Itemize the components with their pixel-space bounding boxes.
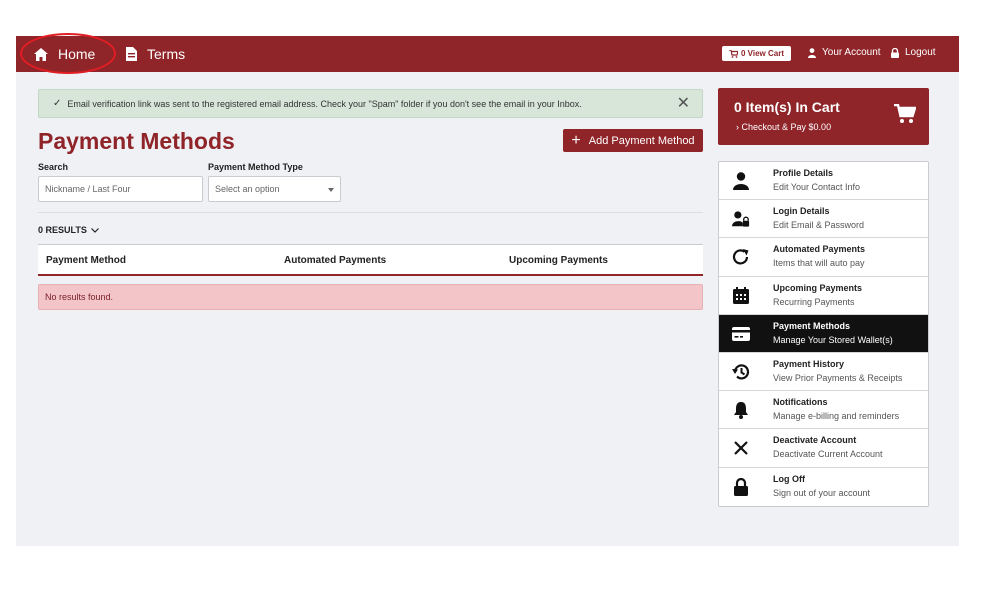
column-header-payment-method: Payment Method	[46, 255, 127, 266]
menu-item-subtitle: Sign out of your account	[773, 487, 871, 498]
chevron-down-icon	[90, 227, 99, 233]
menu-item-subtitle: Edit Your Contact Info	[773, 182, 861, 192]
lock-icon	[732, 477, 750, 496]
lock-icon	[891, 47, 899, 58]
cart-summary[interactable]: 0 Item(s) In Cart › Checkout & Pay $0.00	[718, 88, 929, 145]
column-header-automated-payments: Automated Payments	[284, 255, 387, 266]
no-results-message: No results found.	[38, 284, 703, 310]
menu-item-title: Notifications	[773, 397, 828, 408]
menu-item-subtitle: Edit Email & Password	[773, 220, 865, 231]
menu-item-profile-details[interactable]: Profile Details Edit Your Contact Info	[719, 162, 928, 201]
refresh-icon	[732, 248, 750, 266]
bell-icon	[732, 401, 750, 420]
menu-item-automated-payments[interactable]: Automated Payments Items that will auto …	[719, 238, 928, 277]
search-placeholder: Nickname / Last Four	[45, 184, 131, 194]
logout-link[interactable]: Logout	[891, 47, 936, 58]
menu-item-deactivate-account[interactable]: Deactivate Account Deactivate Current Ac…	[719, 429, 928, 468]
menu-item-payment-history[interactable]: Payment History View Prior Payments & Re…	[719, 353, 928, 392]
nav-terms-link[interactable]: Terms	[126, 44, 185, 64]
calendar-icon	[732, 287, 750, 305]
menu-item-subtitle: Deactivate Current Account	[773, 449, 883, 460]
menu-item-upcoming-payments[interactable]: Upcoming Payments Recurring Payments	[719, 277, 928, 315]
your-account-link[interactable]: Your Account	[808, 47, 881, 58]
app-frame: Home Terms 0 View Cart Your Account Logo…	[16, 33, 959, 546]
view-cart-label: 0 View Cart	[741, 49, 784, 58]
results-toggle[interactable]: 0 RESULTS	[38, 225, 99, 235]
payment-method-type-select[interactable]: Select an option	[208, 176, 341, 202]
close-icon[interactable]: ✕	[677, 96, 690, 112]
payment-method-type-value: Select an option	[215, 184, 280, 194]
menu-item-log-off[interactable]: Log Off Sign out of your account	[719, 468, 928, 506]
results-count: 0 RESULTS	[38, 225, 87, 235]
menu-item-login-details[interactable]: Login Details Edit Email & Password	[719, 200, 928, 239]
menu-item-subtitle: Recurring Payments	[773, 296, 855, 307]
your-account-label: Your Account	[822, 47, 881, 58]
user-icon	[808, 47, 816, 58]
checkout-link[interactable]: › Checkout & Pay $0.00	[736, 122, 831, 132]
top-nav-bar: Home Terms 0 View Cart Your Account Logo…	[16, 33, 959, 74]
nav-home-link[interactable]: Home	[34, 44, 95, 64]
nav-home-label: Home	[58, 46, 96, 62]
column-header-upcoming-payments: Upcoming Payments	[509, 255, 608, 266]
view-cart-button[interactable]: 0 View Cart	[722, 46, 791, 61]
history-icon	[732, 363, 750, 381]
menu-item-notifications[interactable]: Notifications Manage e-billing and remin…	[719, 391, 928, 430]
cart-icon	[894, 104, 916, 123]
user-lock-icon	[732, 210, 750, 228]
menu-item-title: Upcoming Payments	[773, 282, 863, 293]
add-payment-method-button[interactable]: + Add Payment Method	[563, 129, 703, 152]
cart-item-count: 0 Item(s) In Cart	[734, 99, 840, 115]
menu-item-payment-methods[interactable]: Payment Methods Manage Your Stored Walle…	[719, 314, 928, 353]
logout-label: Logout	[905, 47, 936, 58]
menu-item-title: Log Off	[773, 473, 805, 484]
cart-icon	[729, 49, 738, 58]
payment-method-type-label: Payment Method Type	[208, 162, 303, 172]
checkout-label: Checkout & Pay $0.00	[741, 122, 832, 132]
menu-item-subtitle: View Prior Payments & Receipts	[773, 372, 903, 383]
add-payment-method-label: Add Payment Method	[588, 134, 695, 147]
plus-icon: +	[571, 131, 581, 149]
close-icon	[732, 439, 750, 457]
menu-item-subtitle: Items that will auto pay	[773, 258, 865, 269]
page-title: Payment Methods	[38, 128, 235, 154]
search-label: Search	[38, 162, 69, 172]
account-menu: Profile Details Edit Your Contact Info L…	[718, 161, 929, 507]
nav-terms-label: Terms	[147, 46, 186, 62]
no-results-text: No results found.	[45, 292, 114, 302]
menu-item-title: Payment History	[773, 358, 845, 369]
alert-message: Email verification link was sent to the …	[67, 98, 582, 109]
document-icon	[126, 47, 137, 61]
menu-item-title: Deactivate Account	[773, 435, 857, 446]
menu-item-title: Login Details	[773, 206, 830, 217]
chevron-right-icon: ›	[736, 122, 739, 132]
divider	[38, 212, 703, 213]
chevron-down-icon	[328, 188, 334, 192]
check-icon: ✓	[53, 98, 62, 109]
menu-item-title: Payment Methods	[773, 320, 851, 331]
verification-alert: ✓ Email verification link was sent to th…	[38, 89, 703, 118]
menu-item-subtitle: Manage Your Stored Wallet(s)	[773, 334, 893, 345]
search-input[interactable]: Nickname / Last Four	[38, 176, 203, 202]
table-header: Payment Method Automated Payments Upcomi…	[38, 244, 703, 276]
menu-item-title: Profile Details	[773, 168, 834, 178]
credit-card-icon	[732, 325, 750, 343]
home-icon	[34, 47, 48, 61]
person-icon	[732, 172, 750, 190]
menu-item-title: Automated Payments	[773, 244, 866, 255]
menu-item-subtitle: Manage e-billing and reminders	[773, 411, 900, 422]
